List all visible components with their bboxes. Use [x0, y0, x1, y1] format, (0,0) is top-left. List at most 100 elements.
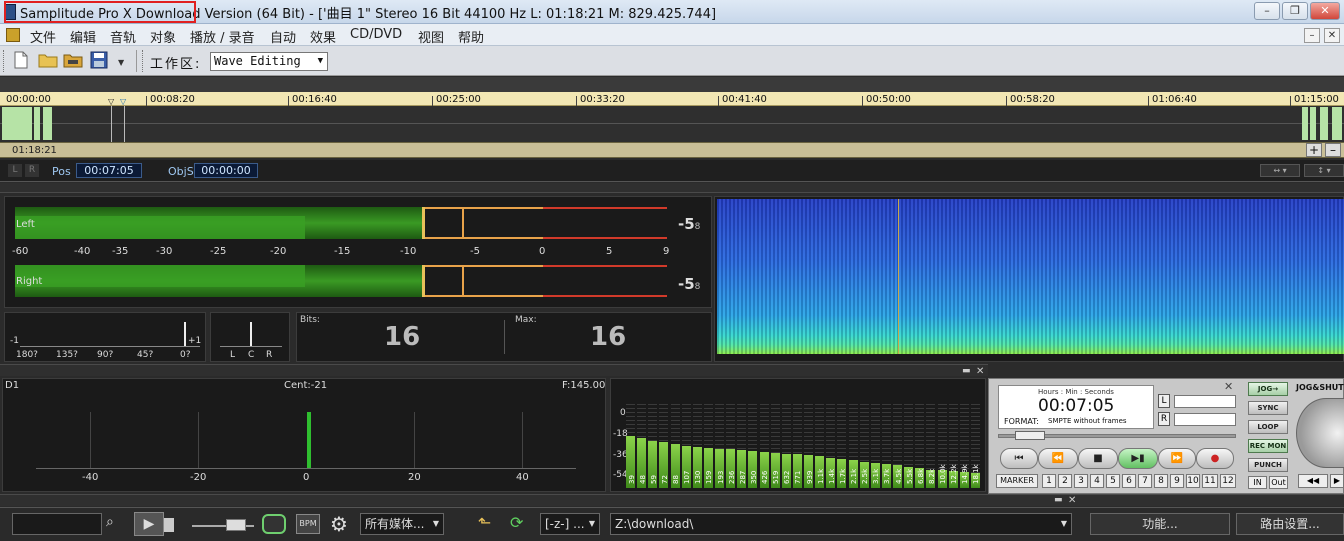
save-icon[interactable]	[90, 51, 108, 69]
marker-number-button[interactable]: 4	[1090, 474, 1104, 488]
path-field[interactable]: Z:\download\ ▼	[610, 513, 1072, 535]
preview-volume-thumb[interactable]	[226, 519, 246, 531]
marker-number-button[interactable]: 12	[1220, 474, 1236, 488]
overview-clip[interactable]	[34, 107, 40, 140]
close-button[interactable]: ✕	[1310, 2, 1340, 20]
media-filter-select[interactable]: 所有媒体... ▼	[360, 513, 444, 535]
marker-number-button[interactable]: 3	[1074, 474, 1088, 488]
up-folder-icon[interactable]: ⬑	[478, 513, 491, 532]
marker-number-button[interactable]: 1	[1042, 474, 1056, 488]
pos-value[interactable]: 00:07:05	[76, 163, 142, 178]
menu-file[interactable]: 文件	[30, 27, 56, 46]
shuttle-back-button[interactable]: ◀◀	[1298, 474, 1328, 488]
left-locator-label[interactable]: L	[8, 164, 22, 177]
menu-track[interactable]: 音轨	[110, 27, 136, 46]
menu-app-icon[interactable]	[6, 28, 20, 42]
right-locator-label[interactable]: R	[25, 164, 39, 177]
snap-width-dropdown[interactable]: ↔ ▾	[1260, 164, 1300, 177]
marker-number-button[interactable]: 8	[1154, 474, 1168, 488]
overview-clip[interactable]	[43, 107, 52, 140]
open-folder-icon[interactable]	[38, 52, 58, 68]
binoculars-icon[interactable]: ⌕	[106, 514, 114, 530]
workspace-select[interactable]: Wave Editing ▼	[210, 52, 328, 71]
position-slider-thumb[interactable]	[1015, 431, 1045, 440]
overview-clip[interactable]	[1320, 107, 1328, 140]
range-start-marker-icon[interactable]: ▽	[108, 97, 114, 106]
overview-clip[interactable]	[1332, 107, 1342, 140]
rec-mon-button[interactable]: REC MON	[1248, 439, 1288, 453]
bpm-icon[interactable]: BPM	[296, 514, 320, 534]
shuttle-forward-button[interactable]: ▶	[1330, 474, 1344, 488]
menu-object[interactable]: 对象	[150, 27, 176, 46]
menu-effects[interactable]: 效果	[310, 27, 336, 46]
lock-icon[interactable]	[164, 518, 174, 532]
snap-height-dropdown[interactable]: ↕ ▾	[1304, 164, 1344, 177]
browser-close-icon[interactable]: ✕	[1068, 495, 1076, 506]
objs-value[interactable]: 00:00:00	[194, 163, 258, 178]
mdi-close-button[interactable]: ✕	[1324, 28, 1340, 43]
transport-l-field[interactable]	[1174, 395, 1236, 408]
punch-in-button[interactable]: IN	[1248, 476, 1267, 489]
punch-button[interactable]: PUNCH	[1248, 458, 1288, 472]
drive-filter-select[interactable]: [-z-] ... ▼	[540, 513, 600, 535]
overview-clip[interactable]	[1310, 107, 1316, 140]
tuner-close-icon[interactable]: ✕	[976, 366, 984, 377]
zoom-out-button[interactable]: –	[1325, 143, 1341, 157]
menu-playback-record[interactable]: 播放 / 录音	[190, 27, 255, 46]
new-file-icon[interactable]	[13, 51, 29, 69]
loop-button[interactable]: LOOP	[1248, 420, 1288, 434]
left-peak-hold	[462, 207, 464, 239]
marker-number-button[interactable]: 5	[1106, 474, 1120, 488]
marker-number-button[interactable]: 10	[1186, 474, 1200, 488]
time-ruler[interactable]	[0, 92, 1344, 106]
tuner-minimize-icon[interactable]: ▬	[962, 366, 971, 376]
horizontal-scrollbar[interactable]	[0, 142, 1344, 158]
panel-divider[interactable]	[0, 494, 1344, 506]
menu-edit[interactable]: 编辑	[70, 27, 96, 46]
toolbar-dropdown-icon[interactable]: ▼	[118, 58, 124, 67]
rewind-button[interactable]: ⏪	[1038, 448, 1078, 469]
record-button[interactable]: ●	[1196, 448, 1234, 469]
marker-number-button[interactable]: 7	[1138, 474, 1152, 488]
menu-cd-dvd[interactable]: CD/DVD	[350, 27, 402, 42]
marker-button[interactable]: MARKER	[996, 474, 1038, 488]
marker-number-button[interactable]: 2	[1058, 474, 1072, 488]
preview-play-button[interactable]: ▶	[134, 512, 164, 536]
punch-out-button[interactable]: Out	[1269, 476, 1288, 489]
menu-view[interactable]: 视图	[418, 27, 444, 46]
mdi-minimize-button[interactable]: –	[1304, 28, 1320, 43]
menu-help[interactable]: 帮助	[458, 27, 484, 46]
grip-handle[interactable]	[3, 50, 6, 72]
go-to-start-button[interactable]: ⏮	[1000, 448, 1038, 469]
browser-search-field[interactable]	[12, 513, 102, 535]
panel-divider[interactable]	[0, 364, 988, 376]
open-project-icon[interactable]	[63, 52, 83, 68]
minimize-button[interactable]: –	[1254, 2, 1280, 20]
transport-r-button[interactable]: R	[1158, 412, 1170, 426]
routing-settings-button[interactable]: 路由设置...	[1236, 513, 1344, 535]
overview-clip[interactable]	[2, 107, 32, 140]
marker-number-button[interactable]: 6	[1122, 474, 1136, 488]
range-end-marker-icon[interactable]: ▽	[120, 97, 126, 106]
menu-automation[interactable]: 自动	[270, 27, 296, 46]
jog-button[interactable]: JOG→	[1248, 382, 1288, 396]
play-button[interactable]: ▶▮	[1118, 448, 1158, 469]
stop-button[interactable]: ■	[1078, 448, 1118, 469]
function-button[interactable]: 功能...	[1090, 513, 1230, 535]
zoom-in-button[interactable]: +	[1306, 143, 1322, 157]
transport-close-icon[interactable]: ✕	[1224, 380, 1233, 393]
transport-r-field[interactable]	[1174, 413, 1236, 426]
transport-l-button[interactable]: L	[1158, 394, 1170, 408]
panel-divider[interactable]	[0, 183, 1344, 193]
sync-button[interactable]: SYNC	[1248, 401, 1288, 415]
fast-forward-button[interactable]: ⏩	[1158, 448, 1196, 469]
loop-preview-icon[interactable]	[262, 514, 286, 534]
marker-number-button[interactable]: 9	[1170, 474, 1184, 488]
refresh-icon[interactable]: ⟳	[510, 513, 523, 532]
overview-clip[interactable]	[1302, 107, 1308, 140]
track-overview[interactable]	[0, 106, 1344, 142]
gear-icon[interactable]: ⚙	[330, 512, 348, 536]
browser-minimize-icon[interactable]: ▬	[1054, 495, 1063, 505]
marker-number-button[interactable]: 11	[1202, 474, 1218, 488]
restore-button[interactable]: ❐	[1282, 2, 1308, 20]
